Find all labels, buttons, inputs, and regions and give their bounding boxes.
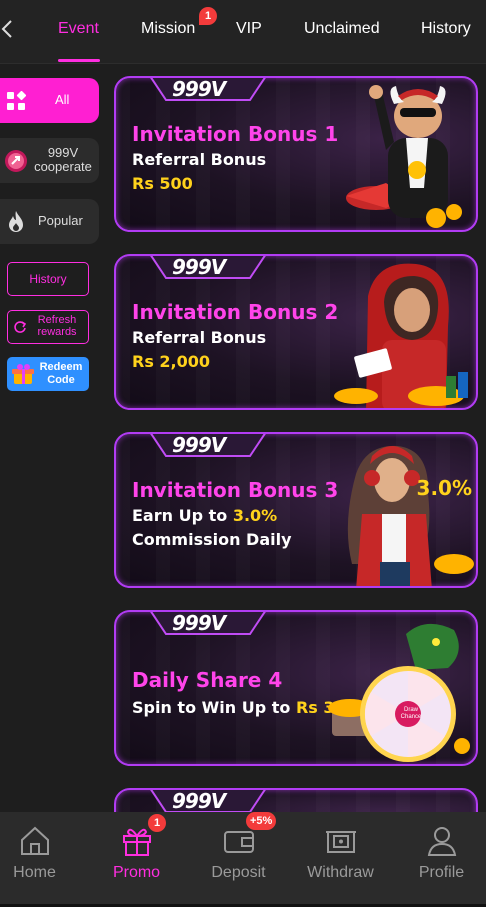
promo-banner-invitation-2[interactable]: 999V Invitation Bonus 2 Referral Bonus R… [114,254,478,410]
sidebar-item-label: 999V cooperate [30,146,96,174]
promo-badge: 1 [148,814,166,832]
spin-wheel-illustration [328,623,470,762]
cooperate-label-line2: cooperate [34,159,92,174]
nav-label: Promo [112,864,161,881]
flame-icon [9,211,23,232]
banner-subtitle: Referral Bonus [132,328,267,347]
nav-profile[interactable]: Profile [393,812,486,907]
bottom-nav: Home 1 Promo +5% Deposit Withdraw Profil… [0,812,486,907]
cooperate-label-line1: 999V [47,145,79,160]
woman-with-headphones-illustration [347,445,474,586]
chevron-left-icon [1,20,12,38]
nav-label: Home [13,864,56,881]
brand-logo: 999V [150,611,266,636]
nav-withdraw[interactable]: Withdraw [292,812,389,907]
tab-mission[interactable]: Mission [141,20,195,38]
home-icon [21,826,49,855]
tab-vip[interactable]: VIP [236,20,262,38]
redeem-label-line1: Redeem [39,361,83,373]
sidebar-item-label: All [55,92,70,107]
profile-icon [427,827,457,856]
promo-banner-invitation-3[interactable]: 999V Invitation Bonus 3 Earn Up to 3.0% … [114,432,478,588]
nav-home[interactable]: Home [0,812,83,907]
redeem-label-line2: Code [47,374,75,386]
sidebar-item-popular[interactable]: Popular [0,199,99,244]
banner-rate-badge: 3.0% [416,476,472,500]
refresh-rewards-button[interactable]: Refresh rewards [7,310,89,344]
redeem-label: Redeem Code [37,361,85,387]
sidebar-item-cooperate[interactable]: 999V cooperate [0,138,99,183]
bull-character-illustration [346,85,462,228]
banner-subtitle-2: Commission Daily [132,530,292,549]
banner-subtitle-prefix: Earn Up to [132,506,233,525]
tab-unclaimed[interactable]: Unclaimed [304,20,380,38]
withdraw-icon [326,831,356,853]
banner-title: Invitation Bonus 1 [132,122,339,146]
brand-logo: 999V [150,433,266,458]
banner-title: Daily Share 4 [132,668,283,692]
tab-history[interactable]: History [421,20,471,38]
nav-deposit[interactable]: +5% Deposit [190,812,287,907]
refresh-label-line2: rewards [37,326,77,338]
top-tab-bar: Event Mission 1 VIP Unclaimed History [0,0,486,64]
banner-commission-rate: 3.0% [232,506,278,525]
back-button[interactable] [0,18,20,46]
nav-promo[interactable]: 1 Promo [88,812,185,907]
redeem-code-button[interactable]: Redeem Code [7,357,89,391]
brand-logo: 999V [150,255,266,280]
promo-banner-daily-share-4[interactable]: 999V Daily Share 4 Spin to Win Up to Rs … [114,610,478,766]
woman-with-cards-illustration [334,263,468,408]
history-button[interactable]: History [7,262,89,296]
logo-text: 999V [172,789,226,813]
tab-event[interactable]: Event [58,20,99,38]
sidebar-item-label: Popular [38,213,83,228]
brand-logo: 999V [150,77,266,102]
brand-logo: 999V [150,789,266,814]
logo-text: 999V [172,255,226,279]
banner-amount: Rs 500 [132,174,193,193]
logo-text: 999V [172,611,226,635]
mission-badge: 1 [199,7,217,25]
banner-title: Invitation Bonus 3 [132,478,339,502]
nav-label: Profile [418,864,465,881]
banner-amount: Rs 2,000 [132,352,211,371]
sidebar-item-all[interactable]: All [0,78,99,123]
banner-subtitle-prefix: Spin to Win Up to [132,698,296,717]
grid-icon [7,91,26,110]
banner-subtitle: Earn Up to 3.0% [132,506,277,525]
logo-text: 999V [172,433,226,457]
wheel-center-label: Draw Chance [400,707,422,720]
banner-subtitle: Referral Bonus [132,150,267,169]
gift-icon [123,828,151,856]
logo-text: 999V [172,77,226,101]
gift-box-icon [12,364,34,384]
nav-label: Deposit [211,864,266,881]
share-icon [5,150,27,172]
banner-title: Invitation Bonus 2 [132,300,339,324]
deposit-bonus-badge: +5% [246,812,277,830]
active-tab-indicator [58,59,100,62]
refresh-icon [14,321,27,333]
nav-label: Withdraw [307,864,374,881]
refresh-label: Refresh rewards [28,314,86,338]
promo-banner-invitation-1[interactable]: 999V Invitation Bonus 1 Referral Bonus R… [114,76,478,232]
refresh-label-line1: Refresh [37,314,77,326]
